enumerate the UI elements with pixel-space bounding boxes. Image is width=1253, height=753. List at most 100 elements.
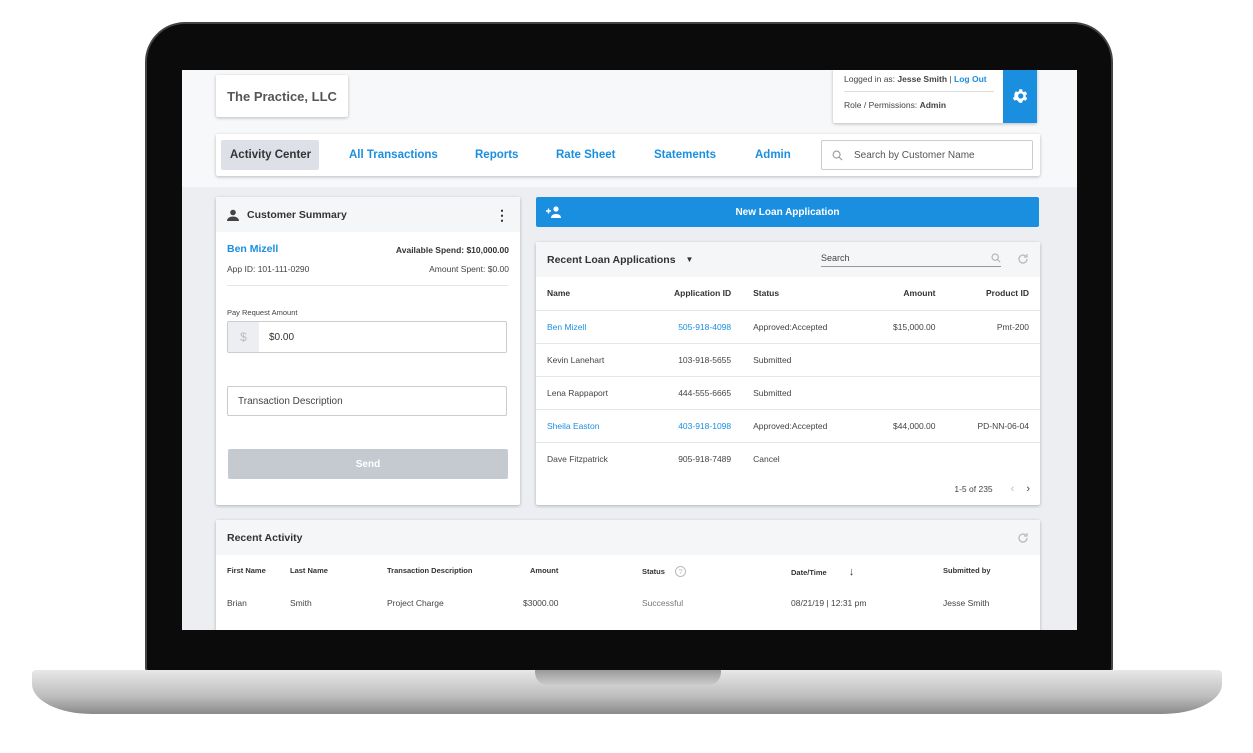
customer-summary-card: Customer Summary ⋮ Ben Mizell Available … [216,197,520,505]
loan-status: Submitted [742,342,865,376]
app-screen: The Practice, LLC Logged in as: Jesse Sm… [182,70,1077,630]
search-icon [991,253,1001,263]
next-page-icon[interactable]: › [1026,483,1030,495]
pay-request-input[interactable]: $ $0.00 [227,321,507,353]
nav-activity-center[interactable]: Activity Center [230,134,311,176]
user-name: Jesse Smith [897,74,948,84]
loan-name: Lena Rappaport [536,375,642,409]
customer-summary-header: Customer Summary ⋮ [216,197,520,232]
refresh-icon[interactable] [1017,253,1029,265]
loan-amount: $44,000.00 [864,408,947,442]
help-icon[interactable]: ? [675,566,687,577]
col-first-name[interactable]: First Name [227,566,266,575]
logged-in-label: Logged in as: [844,74,896,84]
company-name: The Practice, LLC [227,88,337,104]
dropdown-caret-icon[interactable]: ▼ [686,255,694,264]
loan-name[interactable]: Ben Mizell [536,309,642,343]
dollar-icon: $ [228,322,259,352]
status-label: Status [642,567,665,576]
more-options-icon[interactable]: ⋮ [495,208,509,222]
last-name: Smith [290,598,312,608]
company-logo: The Practice, LLC [216,75,348,117]
loan-id[interactable]: 403-918-1098 [641,408,743,442]
new-loan-application-button[interactable]: New Loan Application [536,197,1039,227]
recent-loan-applications-card: Recent Loan Applications ▼ Search Name A… [536,242,1040,505]
loan-status: Submitted [742,375,865,409]
loan-row[interactable]: Lena Rappaport 444-555-6665 Submitted [536,375,1040,409]
loan-name: Kevin Lanehart [536,342,642,376]
pay-amount-value: $0.00 [269,331,295,343]
nav-admin[interactable]: Admin [755,134,791,176]
available-spend: Available Spend: $10,000.00 [395,245,509,255]
col-application-id[interactable]: Application ID [642,277,743,310]
loans-title: Recent Loan Applications [547,253,676,266]
loans-search-placeholder: Search [821,253,850,263]
loan-id: 444-555-6665 [641,375,743,409]
col-status[interactable]: Status [742,277,864,310]
sort-down-arrow-icon[interactable]: ↓ [849,566,855,578]
refresh-icon[interactable] [1017,532,1029,544]
loan-product: PD-NN-06-04 [946,408,1040,442]
transaction-description: Project Charge [387,598,444,608]
nav-all-transactions[interactable]: All Transactions [349,134,438,176]
loan-row[interactable]: Dave Fitzpatrick 905-918-7489 Cancel [536,441,1040,475]
loan-id: 905-918-7489 [641,441,743,475]
nav-statements[interactable]: Statements [654,134,716,176]
gear-icon [1012,88,1028,103]
loan-name[interactable]: Sheila Easton [536,408,642,442]
prev-page-icon[interactable]: ‹ [1011,483,1015,495]
col-amount[interactable]: Amount [864,277,946,310]
col-status[interactable]: Status ? [642,566,687,577]
customer-name-link[interactable]: Ben Mizell [227,243,278,255]
amount-spent: Amount Spent: $0.00 [429,264,509,274]
loan-product [946,342,1040,376]
amount: $3000.00 [523,598,559,608]
role-label: Role / Permissions: [844,100,918,110]
user-panel: Logged in as: Jesse Smith | Log Out Role… [833,70,1037,123]
loan-row[interactable]: Ben Mizell 505-918-4098 Approved:Accepted $… [536,309,1040,343]
send-button[interactable]: Send [228,449,508,479]
col-last-name[interactable]: Last Name [290,566,328,575]
recent-activity-card: Recent Activity First Name Last Name Tra… [216,520,1040,630]
loan-product [946,441,1040,475]
customer-summary-title: Customer Summary [247,208,347,221]
loan-row[interactable]: Kevin Lanehart 103-918-5655 Submitted [536,342,1040,376]
separator: | [949,74,952,84]
add-person-icon [546,206,561,218]
main-nav: Activity Center All Transactions Reports… [216,134,1040,176]
settings-button[interactable] [1003,70,1037,123]
loan-product: Pmt-200 [946,309,1040,343]
loan-amount [864,342,947,376]
status: Successful [642,598,684,608]
nav-rate-sheet[interactable]: Rate Sheet [556,134,615,176]
col-submitted-by[interactable]: Submitted by [943,566,991,575]
new-loan-label: New Loan Application [735,206,840,218]
laptop-notch [535,670,721,686]
date-time: 08/21/19 | 12:31 pm [791,598,867,608]
loans-table: Name Application ID Status Amount Produc… [536,277,1040,475]
search-placeholder: Search by Customer Name [854,149,975,161]
pagination-text: 1-5 of 235 [954,484,993,494]
activity-title: Recent Activity [227,531,303,544]
loans-search-input[interactable]: Search [821,250,1001,267]
loan-status: Approved:Accepted [742,309,865,343]
date-time-label: Date/Time [791,568,827,577]
col-date-time[interactable]: Date/Time ↓ [791,566,854,578]
loan-amount: $15,000.00 [864,309,947,343]
loan-row[interactable]: Sheila Easton 403-918-1098 Approved:Accept… [536,408,1040,442]
col-amount[interactable]: Amount [530,566,558,575]
loans-header: Recent Loan Applications ▼ Search [536,242,1040,277]
logout-link[interactable]: Log Out [954,74,987,84]
app-id: App ID: 101-111-0290 [227,264,310,274]
nav-reports[interactable]: Reports [475,134,518,176]
customer-search-input[interactable]: Search by Customer Name [821,140,1033,170]
loan-id[interactable]: 505-918-4098 [641,309,743,343]
col-name[interactable]: Name [536,277,642,310]
col-transaction-description[interactable]: Transaction Description [387,566,472,575]
person-icon [227,209,239,221]
submitted-by: Jesse Smith [943,598,990,608]
loan-status: Cancel [742,441,865,475]
col-product-id[interactable]: Product ID [947,277,1040,310]
transaction-description-input[interactable]: Transaction Description [227,386,507,416]
activity-header: Recent Activity [216,520,1040,555]
